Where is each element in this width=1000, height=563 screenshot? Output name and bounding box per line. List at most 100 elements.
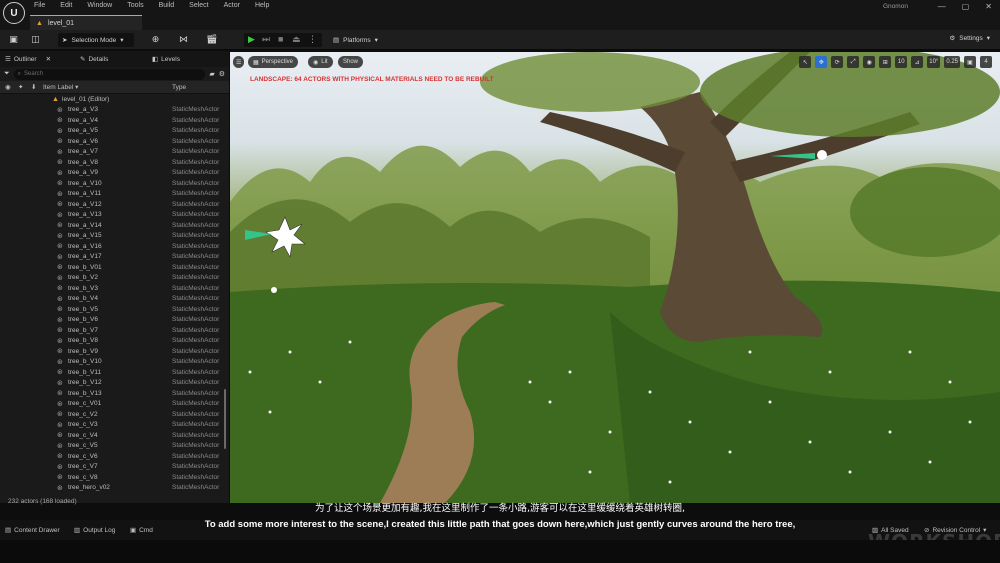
pin-icon[interactable]: ⬇ xyxy=(31,83,36,91)
menu-select[interactable]: Select xyxy=(189,2,208,9)
cinematics-icon[interactable]: 🎬︎ xyxy=(206,34,217,45)
grid-snap-value[interactable]: 10 xyxy=(895,56,908,68)
outliner-row[interactable]: ⊛ tree_b_V10 StaticMeshActor xyxy=(0,357,229,368)
stop-icon[interactable]: ■ xyxy=(278,34,283,44)
column-item-label[interactable]: Item Label ▾ xyxy=(43,83,78,91)
close-button[interactable]: ✕ xyxy=(985,2,992,11)
outliner-row[interactable]: ⊛ tree_b_V01 StaticMeshActor xyxy=(0,262,229,273)
play-icon[interactable]: ▶ xyxy=(248,34,255,45)
rotation-snap-toggle[interactable]: ⊿ xyxy=(911,56,924,68)
row-label: tree_a_V12 xyxy=(68,200,102,208)
outliner-row[interactable]: ⊛ tree_b_V7 StaticMeshActor xyxy=(0,325,229,336)
eject-icon[interactable]: ⏏ xyxy=(292,34,301,45)
outliner-row[interactable]: ⊛ tree_c_V8 StaticMeshActor xyxy=(0,472,229,483)
outliner-row[interactable]: ⊛ tree_c_V6 StaticMeshActor xyxy=(0,451,229,462)
outliner-row[interactable]: ⊛ tree_a_V13 StaticMeshActor xyxy=(0,210,229,221)
outliner-row[interactable]: ⊛ tree_a_V4 StaticMeshActor xyxy=(0,115,229,126)
outliner-row[interactable]: ⊛ tree_hero_v02 StaticMeshActor xyxy=(0,483,229,494)
outliner-row[interactable]: ⊛ tree_a_V8 StaticMeshActor xyxy=(0,157,229,168)
outliner-row[interactable]: ⊛ tree_a_V10 StaticMeshActor xyxy=(0,178,229,189)
gear-icon[interactable]: ⚙ xyxy=(219,70,225,78)
outliner-row[interactable]: ⊛ tree_b_V8 StaticMeshActor xyxy=(0,336,229,347)
outliner-row[interactable]: ⊛ tree_c_V01 StaticMeshActor xyxy=(0,399,229,410)
translate-tool[interactable]: ✥ xyxy=(815,56,828,68)
outliner-row[interactable]: ⊛ tree_c_V5 StaticMeshActor xyxy=(0,441,229,452)
column-type[interactable]: Type xyxy=(172,84,186,91)
outliner-row[interactable]: ⊛ tree_b_V13 StaticMeshActor xyxy=(0,388,229,399)
menu-build[interactable]: Build xyxy=(159,2,175,9)
tab-levels[interactable]: ◧ Levels xyxy=(152,55,180,64)
outliner-row[interactable]: ⊛ tree_a_V14 StaticMeshActor xyxy=(0,220,229,231)
maximize-button[interactable]: ▢ xyxy=(962,2,970,11)
tab-details[interactable]: ✎ Details xyxy=(80,55,108,64)
menu-window[interactable]: Window xyxy=(87,2,112,9)
search-input[interactable]: ⌕ Search xyxy=(13,68,206,80)
world-local-toggle[interactable]: ◉ xyxy=(863,56,876,68)
outliner-row[interactable]: ⊛ tree_a_V7 StaticMeshActor xyxy=(0,147,229,158)
outliner-row[interactable]: ⊛ tree_b_V11 StaticMeshActor xyxy=(0,367,229,378)
row-label: tree_a_V3 xyxy=(68,106,98,114)
level-viewport[interactable]: ☰ ▦ Perspective ◉ Lit Show ↖ ✥ ⟳ ⤢ ◉ ⊞ 1… xyxy=(230,52,1000,503)
blueprint-icon[interactable]: ⋈ xyxy=(178,34,189,45)
camera-speed-value[interactable]: 4 xyxy=(980,56,992,68)
outliner-row[interactable]: ⊛ tree_b_V4 StaticMeshActor xyxy=(0,294,229,305)
outliner-row[interactable]: ⊛ tree_b_V5 StaticMeshActor xyxy=(0,304,229,315)
add-actor-icon[interactable]: ⊕ xyxy=(150,34,161,45)
selection-mode-dropdown[interactable]: ➤ Selection Mode ▾ xyxy=(58,33,134,47)
pin-icon[interactable]: ✦ xyxy=(18,83,23,91)
unreal-logo-icon[interactable]: U xyxy=(3,2,25,24)
outliner-row[interactable]: ⊛ tree_a_V15 StaticMeshActor xyxy=(0,231,229,242)
outliner-row[interactable]: ⊛ tree_b_V2 StaticMeshActor xyxy=(0,273,229,284)
show-button[interactable]: Show xyxy=(338,56,364,68)
outliner-row[interactable]: ⊛ tree_b_V6 StaticMeshActor xyxy=(0,315,229,326)
lit-button[interactable]: ◉ Lit xyxy=(308,56,333,68)
outliner-row[interactable]: ⊛ tree_b_V9 StaticMeshActor xyxy=(0,346,229,357)
row-type: StaticMeshActor xyxy=(172,442,220,450)
outliner-row[interactable]: ⊛ tree_b_V3 StaticMeshActor xyxy=(0,283,229,294)
menu-edit[interactable]: Edit xyxy=(60,2,72,9)
save-icon[interactable]: ▣ xyxy=(8,34,19,45)
outliner-row[interactable]: ⊛ tree_a_V9 StaticMeshActor xyxy=(0,168,229,179)
scale-snap-value[interactable]: 0.25 xyxy=(944,56,960,68)
perspective-button[interactable]: ▦ Perspective xyxy=(248,56,299,68)
outliner-row[interactable]: ⊛WorldDataLayers-1WorldDataLayers xyxy=(0,493,229,494)
outliner-row[interactable]: ⊛ tree_c_V4 StaticMeshActor xyxy=(0,430,229,441)
tab-level[interactable]: ▲ level_01 xyxy=(30,15,142,30)
more-options-icon[interactable]: ⋮ xyxy=(308,34,317,45)
step-icon[interactable]: ⏭ xyxy=(262,34,270,45)
outliner-row[interactable]: ⊛ tree_c_V3 StaticMeshActor xyxy=(0,420,229,431)
outliner-row[interactable]: ⊛ tree_a_V12 StaticMeshActor xyxy=(0,199,229,210)
outliner-row[interactable]: ⊛ tree_a_V17 StaticMeshActor xyxy=(0,252,229,263)
settings-button[interactable]: ⚙ Settings ▾ xyxy=(949,34,990,43)
menu-help[interactable]: Help xyxy=(255,2,269,9)
folder-icon[interactable]: ▰ xyxy=(209,70,214,78)
close-icon[interactable]: ✕ xyxy=(46,55,51,63)
rotation-snap-value[interactable]: 10° xyxy=(927,56,941,68)
outliner-row[interactable]: ⊛ tree_a_V3 StaticMeshActor xyxy=(0,105,229,116)
menu-actor[interactable]: Actor xyxy=(224,2,240,9)
content-browser-icon[interactable]: ◫ xyxy=(30,34,41,45)
viewport-menu-icon[interactable]: ☰ xyxy=(233,56,245,68)
grid-snap-toggle[interactable]: ⊞ xyxy=(879,56,892,68)
outliner-row[interactable]: ⊛ tree_c_V2 StaticMeshActor xyxy=(0,409,229,420)
scale-tool[interactable]: ⤢ xyxy=(847,56,860,68)
visibility-icon[interactable]: ◉ xyxy=(5,83,11,91)
filter-icon[interactable]: ⏷ xyxy=(4,70,10,78)
outliner-row[interactable]: ⊛ tree_c_V7 StaticMeshActor xyxy=(0,462,229,473)
outliner-row[interactable]: ⊛ tree_a_V6 StaticMeshActor xyxy=(0,136,229,147)
platforms-dropdown[interactable]: ▤ Platforms ▾ xyxy=(333,33,378,47)
tab-outliner[interactable]: ☰ Outliner ✕ xyxy=(5,55,51,64)
select-tool[interactable]: ↖ xyxy=(799,56,812,68)
outliner-row[interactable]: ⊛ tree_b_V12 StaticMeshActor xyxy=(0,378,229,389)
row-type: StaticMeshActor xyxy=(172,148,220,156)
outliner-row[interactable]: ⊛ tree_a_V5 StaticMeshActor xyxy=(0,126,229,137)
outliner-row[interactable]: ⊛ tree_a_V11 StaticMeshActor xyxy=(0,189,229,200)
rotate-tool[interactable]: ⟳ xyxy=(831,56,844,68)
menu-tools[interactable]: Tools xyxy=(127,2,143,9)
level-row[interactable]: ▲ level_01 (Editor) xyxy=(0,94,229,105)
scrollbar[interactable] xyxy=(224,389,226,449)
camera-speed-icon[interactable]: ▣ xyxy=(964,56,976,68)
minimize-button[interactable]: — xyxy=(938,2,946,11)
outliner-row[interactable]: ⊛ tree_a_V16 StaticMeshActor xyxy=(0,241,229,252)
menu-file[interactable]: File xyxy=(34,2,45,9)
